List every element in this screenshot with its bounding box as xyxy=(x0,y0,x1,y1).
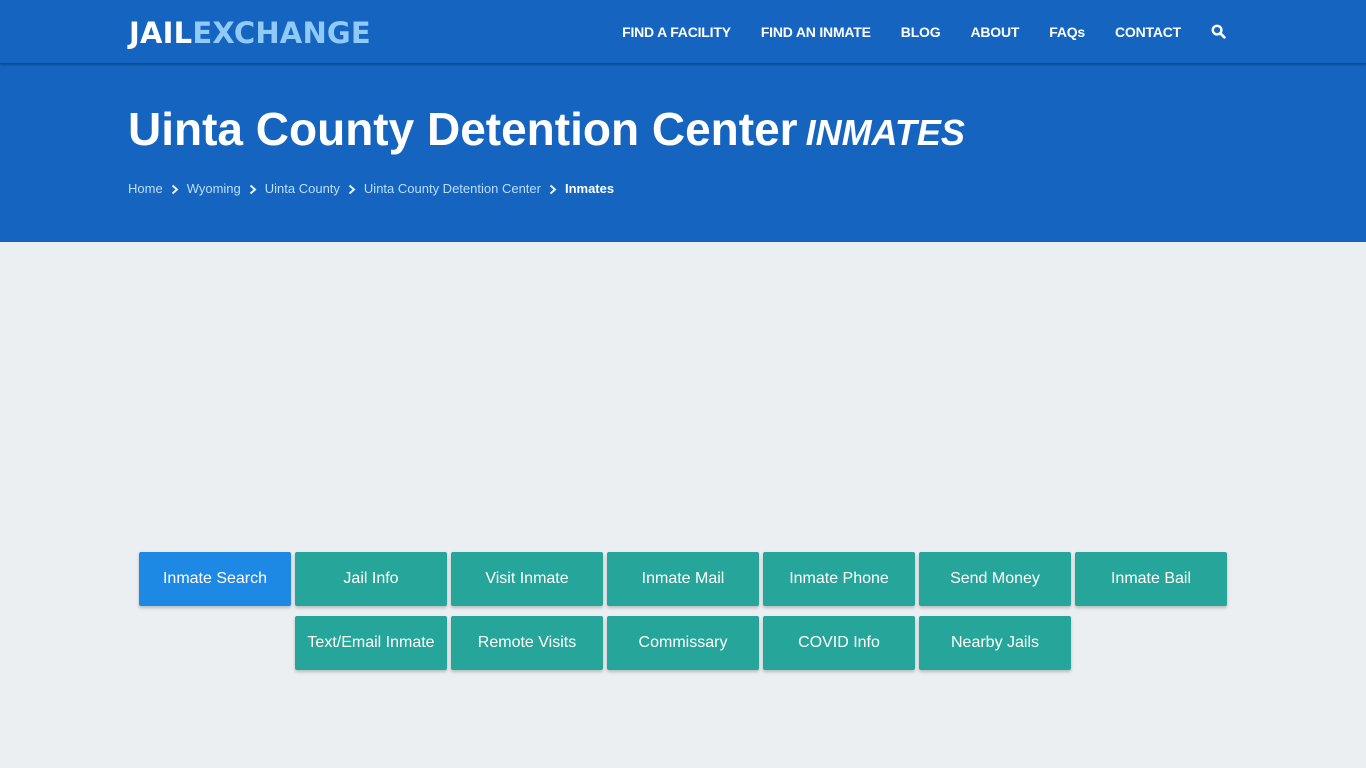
page-title: Uinta County Detention Center INMATES xyxy=(128,102,965,160)
jail-info-button[interactable]: Jail Info xyxy=(295,552,447,606)
chevron-right-icon xyxy=(541,180,565,198)
page-title-text: Uinta County Detention Center xyxy=(128,103,798,155)
nav-faqs[interactable]: FAQs xyxy=(1049,22,1085,42)
commissary-button[interactable]: Commissary xyxy=(607,616,759,670)
nav-find-facility[interactable]: FIND A FACILITY xyxy=(622,22,731,42)
facility-action-buttons: Inmate Search Jail Info Visit Inmate Inm… xyxy=(137,552,1229,670)
breadcrumb-facility[interactable]: Uinta County Detention Center xyxy=(364,180,541,198)
send-money-button[interactable]: Send Money xyxy=(919,552,1071,606)
nav-find-inmate[interactable]: FIND AN INMATE xyxy=(761,22,871,42)
nav-about[interactable]: ABOUT xyxy=(970,22,1019,42)
search-icon[interactable] xyxy=(1211,24,1227,40)
inmate-bail-button[interactable]: Inmate Bail xyxy=(1075,552,1227,606)
breadcrumb: Home Wyoming Uinta County Uinta County D… xyxy=(128,180,614,198)
breadcrumb-state[interactable]: Wyoming xyxy=(187,180,241,198)
main-nav: FIND A FACILITY FIND AN INMATE BLOG ABOU… xyxy=(622,0,1227,64)
breadcrumb-home[interactable]: Home xyxy=(128,180,163,198)
inmate-phone-button[interactable]: Inmate Phone xyxy=(763,552,915,606)
site-logo[interactable]: JAILEXCHANGE xyxy=(129,15,371,51)
chevron-right-icon xyxy=(241,180,265,198)
nearby-jails-button[interactable]: Nearby Jails xyxy=(919,616,1071,670)
inmate-mail-button[interactable]: Inmate Mail xyxy=(607,552,759,606)
breadcrumb-county[interactable]: Uinta County xyxy=(265,180,340,198)
covid-info-button[interactable]: COVID Info xyxy=(763,616,915,670)
chevron-right-icon xyxy=(163,180,187,198)
logo-jail: JAIL xyxy=(129,16,193,50)
breadcrumb-current: Inmates xyxy=(564,181,615,196)
hero-banner: Uinta County Detention Center INMATES Hom… xyxy=(0,64,1366,242)
page-title-suffix: INMATES xyxy=(805,112,965,153)
visit-inmate-button[interactable]: Visit Inmate xyxy=(451,552,603,606)
logo-exchange: EXCHANGE xyxy=(192,16,371,50)
top-navbar: JAILEXCHANGE FIND A FACILITY FIND AN INM… xyxy=(0,0,1366,64)
nav-contact[interactable]: CONTACT xyxy=(1115,22,1181,42)
inmate-search-button[interactable]: Inmate Search xyxy=(139,552,291,606)
nav-blog[interactable]: BLOG xyxy=(901,22,941,42)
remote-visits-button[interactable]: Remote Visits xyxy=(451,616,603,670)
chevron-right-icon xyxy=(340,180,364,198)
text-email-inmate-button[interactable]: Text/Email Inmate xyxy=(295,616,447,670)
